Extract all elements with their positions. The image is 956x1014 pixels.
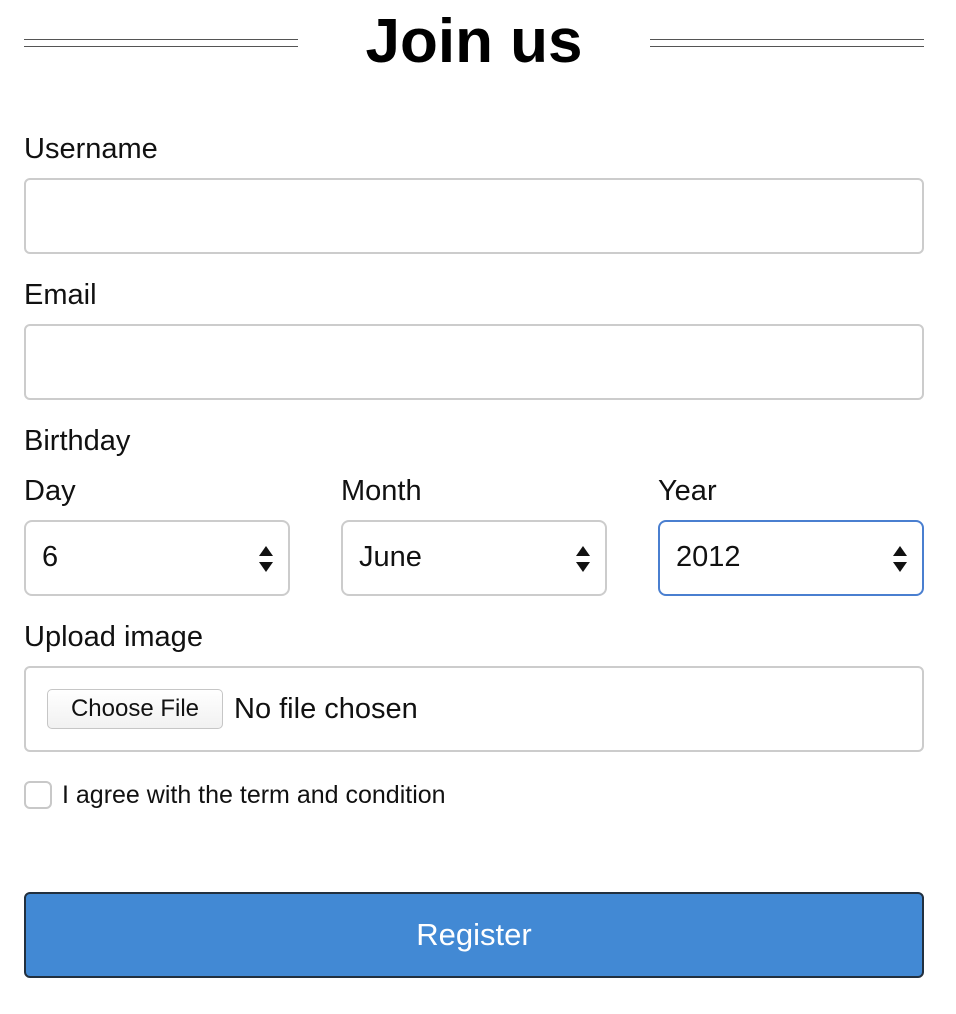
up-down-arrows-icon — [259, 546, 273, 572]
year-select-value: 2012 — [676, 541, 741, 573]
file-status-text: No file chosen — [234, 693, 418, 725]
page-header: Join us — [24, 0, 924, 88]
username-input[interactable] — [24, 178, 924, 254]
year-label: Year — [658, 475, 717, 507]
username-label: Username — [24, 133, 158, 165]
day-select-value: 6 — [42, 541, 59, 573]
file-upload-field[interactable]: Choose File No file chosen — [24, 666, 924, 752]
email-input[interactable] — [24, 324, 924, 400]
up-down-arrows-icon — [893, 546, 907, 572]
register-button[interactable]: Register — [24, 892, 924, 978]
year-select[interactable]: 2012 — [658, 520, 924, 596]
month-select-value: June — [359, 541, 422, 573]
agree-checkbox[interactable] — [24, 781, 52, 809]
choose-file-button[interactable]: Choose File — [47, 689, 223, 729]
month-select[interactable]: June — [341, 520, 607, 596]
month-label: Month — [341, 475, 422, 507]
header-divider-right — [650, 39, 924, 47]
agree-checkbox-label[interactable]: I agree with the term and condition — [62, 779, 446, 811]
up-down-arrows-icon — [576, 546, 590, 572]
upload-image-label: Upload image — [24, 621, 203, 653]
birthday-label: Birthday — [24, 425, 131, 457]
day-label: Day — [24, 475, 76, 507]
day-select[interactable]: 6 — [24, 520, 290, 596]
email-label: Email — [24, 279, 97, 311]
